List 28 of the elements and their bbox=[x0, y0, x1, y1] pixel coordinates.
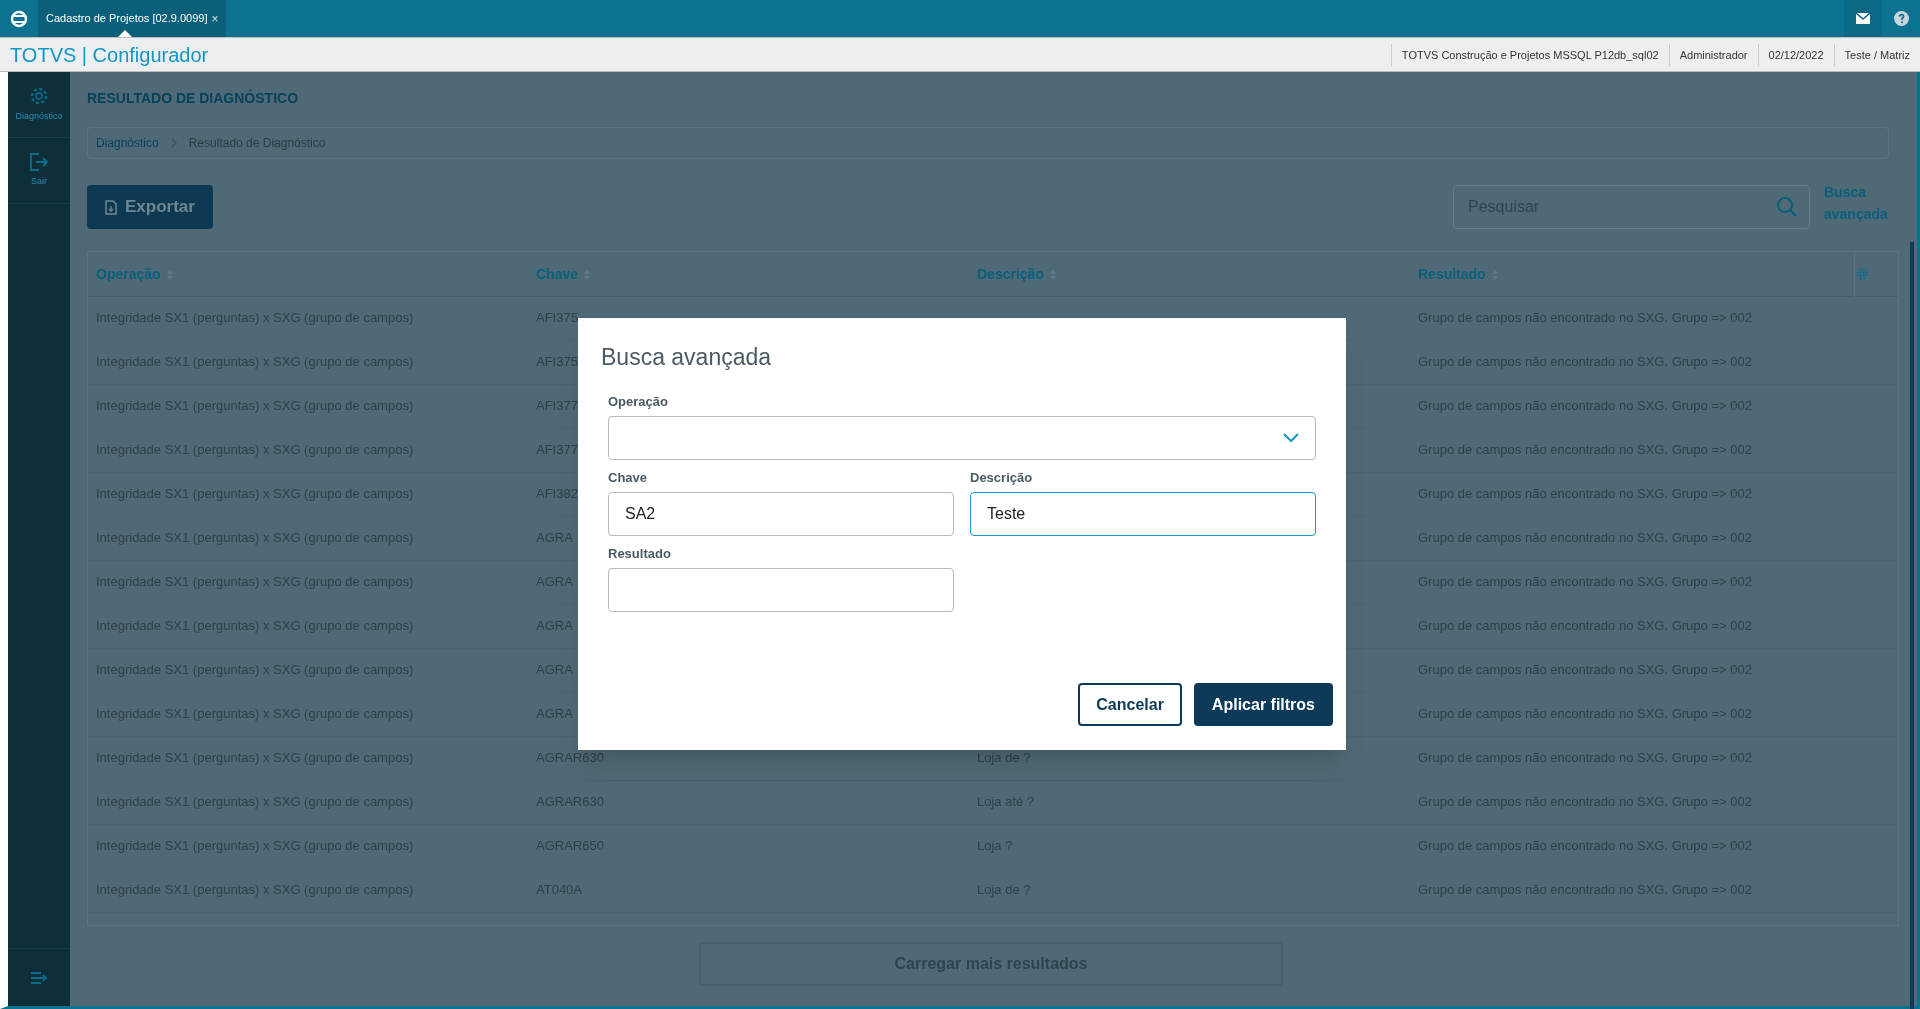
settings-icon[interactable] bbox=[1854, 266, 1869, 281]
export-button[interactable]: Exportar bbox=[87, 185, 213, 229]
search-icon[interactable] bbox=[1776, 196, 1798, 218]
exit-icon bbox=[29, 152, 49, 171]
field-label: Chave bbox=[608, 469, 649, 482]
chevron-right-icon bbox=[170, 138, 177, 148]
app-title: TOTVS | Configurador bbox=[9, 42, 209, 68]
chevron-down-icon bbox=[1283, 433, 1299, 443]
header-info: TOTVS Construção e Projetos MSSQL P12db_sql02 bbox=[1390, 43, 1669, 66]
gear-icon bbox=[29, 85, 49, 106]
dialog-title: Busca avançada bbox=[601, 343, 773, 372]
apply-button[interactable]: Aplicar filtros bbox=[1193, 683, 1333, 726]
mail-icon[interactable] bbox=[1844, 0, 1882, 37]
close-icon[interactable]: × bbox=[211, 9, 219, 28]
select-field[interactable] bbox=[608, 416, 1316, 460]
header-info: Administrador bbox=[1668, 43, 1758, 66]
page-title: RESULTADO DE DIAGNÓSTICO bbox=[87, 88, 300, 108]
menu-icon[interactable] bbox=[30, 970, 48, 985]
field-label: Resultado bbox=[608, 545, 672, 558]
input-field[interactable] bbox=[608, 568, 954, 612]
app-tab[interactable]: Cadastro de Projetos [02.9.0099] × bbox=[38, 0, 227, 37]
input-field[interactable]: SA2 bbox=[608, 492, 954, 536]
scrollbar-thumb[interactable] bbox=[1910, 242, 1914, 1009]
input-field[interactable]: Teste bbox=[970, 492, 1316, 536]
document-icon bbox=[105, 199, 117, 215]
header-info: 02/12/2022 bbox=[1757, 43, 1834, 66]
header-info: Teste / Matriz bbox=[1833, 43, 1920, 66]
cancel-button[interactable]: Cancelar bbox=[1078, 683, 1182, 726]
